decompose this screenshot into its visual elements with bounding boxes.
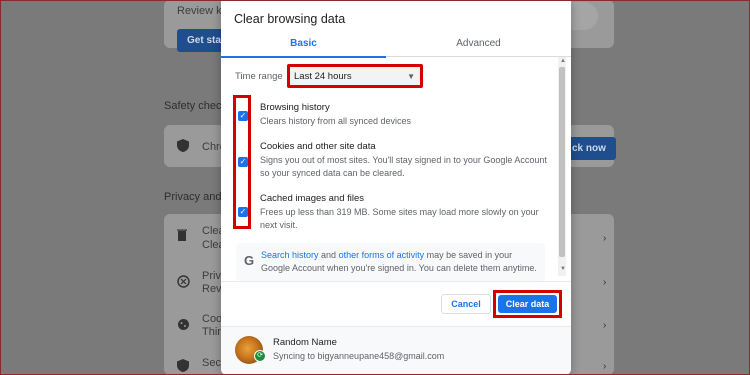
check-icon: ✓: [239, 111, 247, 120]
info-text: Search history and other forms of activi…: [261, 249, 543, 275]
time-range-select[interactable]: Last 24 hours ▼: [287, 64, 423, 88]
browsing-history-checkbox[interactable]: ✓: [238, 111, 248, 121]
tab-bar: Basic Advanced: [221, 30, 571, 58]
clear-data-highlight: Clear data: [493, 290, 562, 318]
shield-icon: [177, 139, 189, 155]
chevron-right-icon: ›: [603, 233, 607, 244]
account-name: Random Name: [273, 337, 337, 348]
dropdown-arrow-icon: ▼: [407, 72, 415, 81]
checkbox-highlight: ✓ ✓ ✓: [233, 95, 251, 229]
tab-advanced[interactable]: Advanced: [396, 30, 561, 57]
cookie-icon: [177, 318, 190, 334]
scroll-up-icon[interactable]: ▲: [560, 58, 566, 64]
google-icon: G: [244, 253, 255, 268]
cookies-checkbox[interactable]: ✓: [238, 157, 248, 167]
cached-images-title: Cached images and files: [260, 193, 365, 204]
chevron-right-icon: ›: [603, 320, 607, 331]
browsing-history-title: Browsing history: [260, 102, 330, 113]
clear-browsing-data-dialog: Clear browsing data Basic Advanced Time …: [221, 0, 571, 375]
divider: [221, 281, 571, 282]
browsing-history-desc: Clears history from all synced devices: [260, 116, 412, 126]
tab-basic[interactable]: Basic: [221, 30, 386, 58]
account-sync-text: Syncing to bigyanneupane458@gmail.com: [273, 351, 445, 361]
time-range-value: Last 24 hours: [294, 71, 352, 82]
info-box: G Search history and other forms of acti…: [236, 243, 545, 281]
sync-icon: ⟳: [254, 350, 266, 362]
scroll-down-icon[interactable]: ▼: [560, 266, 566, 272]
chevron-right-icon: ›: [603, 277, 607, 288]
cached-images-desc: Frees up less than 319 MB. Some sites ma…: [260, 207, 539, 230]
safety-check-heading: Safety check: [164, 100, 227, 112]
check-icon: ✓: [239, 207, 247, 216]
globe-icon: [177, 275, 190, 291]
other-activity-link[interactable]: other forms of activity: [339, 250, 425, 260]
account-bar: ⟳ Random Name Syncing to bigyanneupane45…: [221, 326, 571, 375]
search-history-link[interactable]: Search history: [261, 250, 319, 260]
check-icon: ✓: [239, 157, 247, 166]
cancel-button[interactable]: Cancel: [441, 294, 491, 314]
dialog-title: Clear browsing data: [234, 12, 346, 26]
cookies-title: Cookies and other site data: [260, 141, 376, 152]
lock-icon: [177, 359, 189, 375]
cached-images-checkbox[interactable]: ✓: [238, 207, 248, 217]
time-range-label: Time range: [235, 71, 283, 82]
trash-icon: [177, 229, 187, 244]
info-and: and: [318, 250, 339, 260]
clear-data-button[interactable]: Clear data: [498, 295, 557, 313]
chevron-right-icon: ›: [603, 361, 607, 372]
scrollbar-thumb[interactable]: [559, 67, 565, 257]
cookies-desc: Signs you out of most sites. You'll stay…: [260, 155, 547, 178]
